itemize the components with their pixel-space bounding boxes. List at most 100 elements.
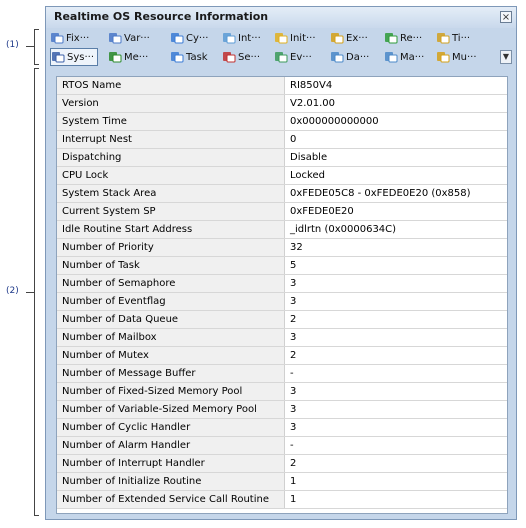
- property-value-cell: 1: [286, 491, 506, 508]
- toolbar-row2-button-label: Me···: [124, 51, 149, 63]
- task-icon: [171, 52, 184, 63]
- table-row[interactable]: Number of Fixed-Sized Memory Pool 3: [57, 383, 507, 401]
- toolbar-row1-button-label: Ti···: [452, 32, 471, 44]
- toolbar-row2-button-6[interactable]: Ma···: [384, 48, 424, 66]
- property-value-cell: RI850V4: [286, 77, 506, 94]
- table-row[interactable]: Number of Mutex 2: [57, 347, 507, 365]
- toolbar-row1-button-label: Cy···: [186, 32, 209, 44]
- property-name-cell: Number of Priority: [57, 239, 285, 256]
- property-value-cell: Disable: [286, 149, 506, 166]
- data-queue-icon: [331, 52, 344, 63]
- toolbar-overflow-dropdown[interactable]: ▼: [500, 50, 512, 64]
- table-row[interactable]: Number of Task 5: [57, 257, 507, 275]
- toolbar-row1-button-1[interactable]: Var···: [108, 29, 150, 47]
- initialize-routine-icon: [275, 33, 288, 44]
- chevron-down-icon: ▼: [502, 52, 510, 61]
- cyclic-handler-icon: [171, 33, 184, 44]
- table-row[interactable]: Number of Eventflag 3: [57, 293, 507, 311]
- table-row[interactable]: Number of Interrupt Handler 2: [57, 455, 507, 473]
- property-name-cell: Number of Alarm Handler: [57, 437, 285, 454]
- toolbar-row2-button-2[interactable]: Task: [170, 48, 208, 66]
- property-name-cell: CPU Lock: [57, 167, 285, 184]
- table-row[interactable]: RTOS Name RI850V4: [57, 77, 507, 95]
- close-button[interactable]: ×: [500, 11, 512, 23]
- toolbar-row2-button-label: Task: [186, 51, 208, 63]
- table-row[interactable]: Number of Mailbox 3: [57, 329, 507, 347]
- property-value-cell: 0x000000000000: [286, 113, 506, 130]
- table-row[interactable]: Number of Initialize Routine 1: [57, 473, 507, 491]
- callout-grid-leader: [26, 292, 34, 293]
- toolbar-row1-button-2[interactable]: Cy···: [170, 29, 208, 47]
- table-row[interactable]: Current System SP 0xFEDE0E20: [57, 203, 507, 221]
- property-value-cell: 3: [286, 401, 506, 418]
- property-value-cell: 3: [286, 329, 506, 346]
- property-value-cell: 0: [286, 131, 506, 148]
- callout-grid: (2): [6, 286, 19, 296]
- property-name-cell: System Time: [57, 113, 285, 130]
- toolbar-row2-button-label: Sys···: [67, 51, 95, 63]
- memory-icon: [109, 52, 122, 63]
- table-row[interactable]: Dispatching Disable: [57, 149, 507, 167]
- property-name-cell: Number of Interrupt Handler: [57, 455, 285, 472]
- table-row[interactable]: Number of Priority 32: [57, 239, 507, 257]
- property-value-cell: 2: [286, 455, 506, 472]
- property-name-cell: Number of Semaphore: [57, 275, 285, 292]
- table-row[interactable]: Number of Variable-Sized Memory Pool 3: [57, 401, 507, 419]
- property-value-cell: Locked: [286, 167, 506, 184]
- toolbar-row1-button-0[interactable]: Fix···: [50, 29, 89, 47]
- table-row[interactable]: Number of Data Queue 2: [57, 311, 507, 329]
- property-value-cell: _idlrtn (0x0000634C): [286, 221, 506, 238]
- eventflag-icon: [275, 52, 288, 63]
- property-value-cell: 0xFEDE05C8 - 0xFEDE0E20 (0x858): [286, 185, 506, 202]
- toolbar-row2-button-3[interactable]: Se···: [222, 48, 260, 66]
- mutex-icon: [437, 52, 450, 63]
- table-row[interactable]: Number of Extended Service Call Routine 1: [57, 491, 507, 509]
- table-row[interactable]: Idle Routine Start Address _idlrtn (0x000…: [57, 221, 507, 239]
- property-name-cell: Interrupt Nest: [57, 131, 285, 148]
- toolbar-row1-button-3[interactable]: Int···: [222, 29, 261, 47]
- toolbar-row2-button-label: Mu···: [452, 51, 477, 63]
- property-name-cell: Number of Message Buffer: [57, 365, 285, 382]
- table-row[interactable]: Interrupt Nest 0: [57, 131, 507, 149]
- table-row[interactable]: CPU Lock Locked: [57, 167, 507, 185]
- title-bar: Realtime OS Resource Information ×: [46, 7, 516, 28]
- system-icon: [52, 52, 65, 63]
- table-row[interactable]: System Stack Area 0xFEDE05C8 - 0xFEDE0E20…: [57, 185, 507, 203]
- table-row[interactable]: Version V2.01.00: [57, 95, 507, 113]
- resource-info-grid: RTOS Name RI850V4 Version V2.01.00 System Ti…: [56, 76, 508, 514]
- toolbar-row1-button-6[interactable]: Re···: [384, 29, 422, 47]
- property-value-cell: 3: [286, 383, 506, 400]
- toolbar-row1-button-4[interactable]: Init···: [274, 29, 316, 47]
- callout-toolbar-bracket: [34, 29, 39, 65]
- property-name-cell: Number of Cyclic Handler: [57, 419, 285, 436]
- toolbar-row1-button-label: Int···: [238, 32, 261, 44]
- interrupt-handler-icon: [223, 33, 236, 44]
- table-row[interactable]: Number of Cyclic Handler 3: [57, 419, 507, 437]
- property-name-cell: System Stack Area: [57, 185, 285, 202]
- property-value-cell: 3: [286, 419, 506, 436]
- property-value-cell: 1: [286, 473, 506, 490]
- realtime-os-resource-window: Realtime OS Resource Information × Fix··…: [45, 6, 517, 520]
- table-row[interactable]: Number of Message Buffer -: [57, 365, 507, 383]
- toolbar-row2-button-4[interactable]: Ev···: [274, 48, 312, 66]
- table-row[interactable]: Number of Alarm Handler -: [57, 437, 507, 455]
- property-value-cell: 3: [286, 293, 506, 310]
- property-name-cell: Number of Initialize Routine: [57, 473, 285, 490]
- property-name-cell: Number of Mailbox: [57, 329, 285, 346]
- table-row[interactable]: System Time 0x000000000000: [57, 113, 507, 131]
- toolbar-row1-button-5[interactable]: Ex···: [330, 29, 368, 47]
- mailbox-icon: [385, 52, 398, 63]
- table-row[interactable]: Number of Semaphore 3: [57, 275, 507, 293]
- toolbar-row2-button-1[interactable]: Me···: [108, 48, 148, 66]
- toolbar-row2-button-5[interactable]: Da···: [330, 48, 369, 66]
- property-name-cell: Number of Task: [57, 257, 285, 274]
- extended-service-icon: [331, 33, 344, 44]
- callout-toolbar-leader: [26, 46, 34, 47]
- property-name-cell: Dispatching: [57, 149, 285, 166]
- property-name-cell: Idle Routine Start Address: [57, 221, 285, 238]
- property-value-cell: 3: [286, 275, 506, 292]
- toolbar-row2-button-7[interactable]: Mu···: [436, 48, 477, 66]
- toolbar-row2-button-0[interactable]: Sys···: [50, 48, 99, 66]
- toolbar-row1-button-label: Ex···: [346, 32, 368, 44]
- toolbar-row1-button-7[interactable]: Ti···: [436, 29, 470, 47]
